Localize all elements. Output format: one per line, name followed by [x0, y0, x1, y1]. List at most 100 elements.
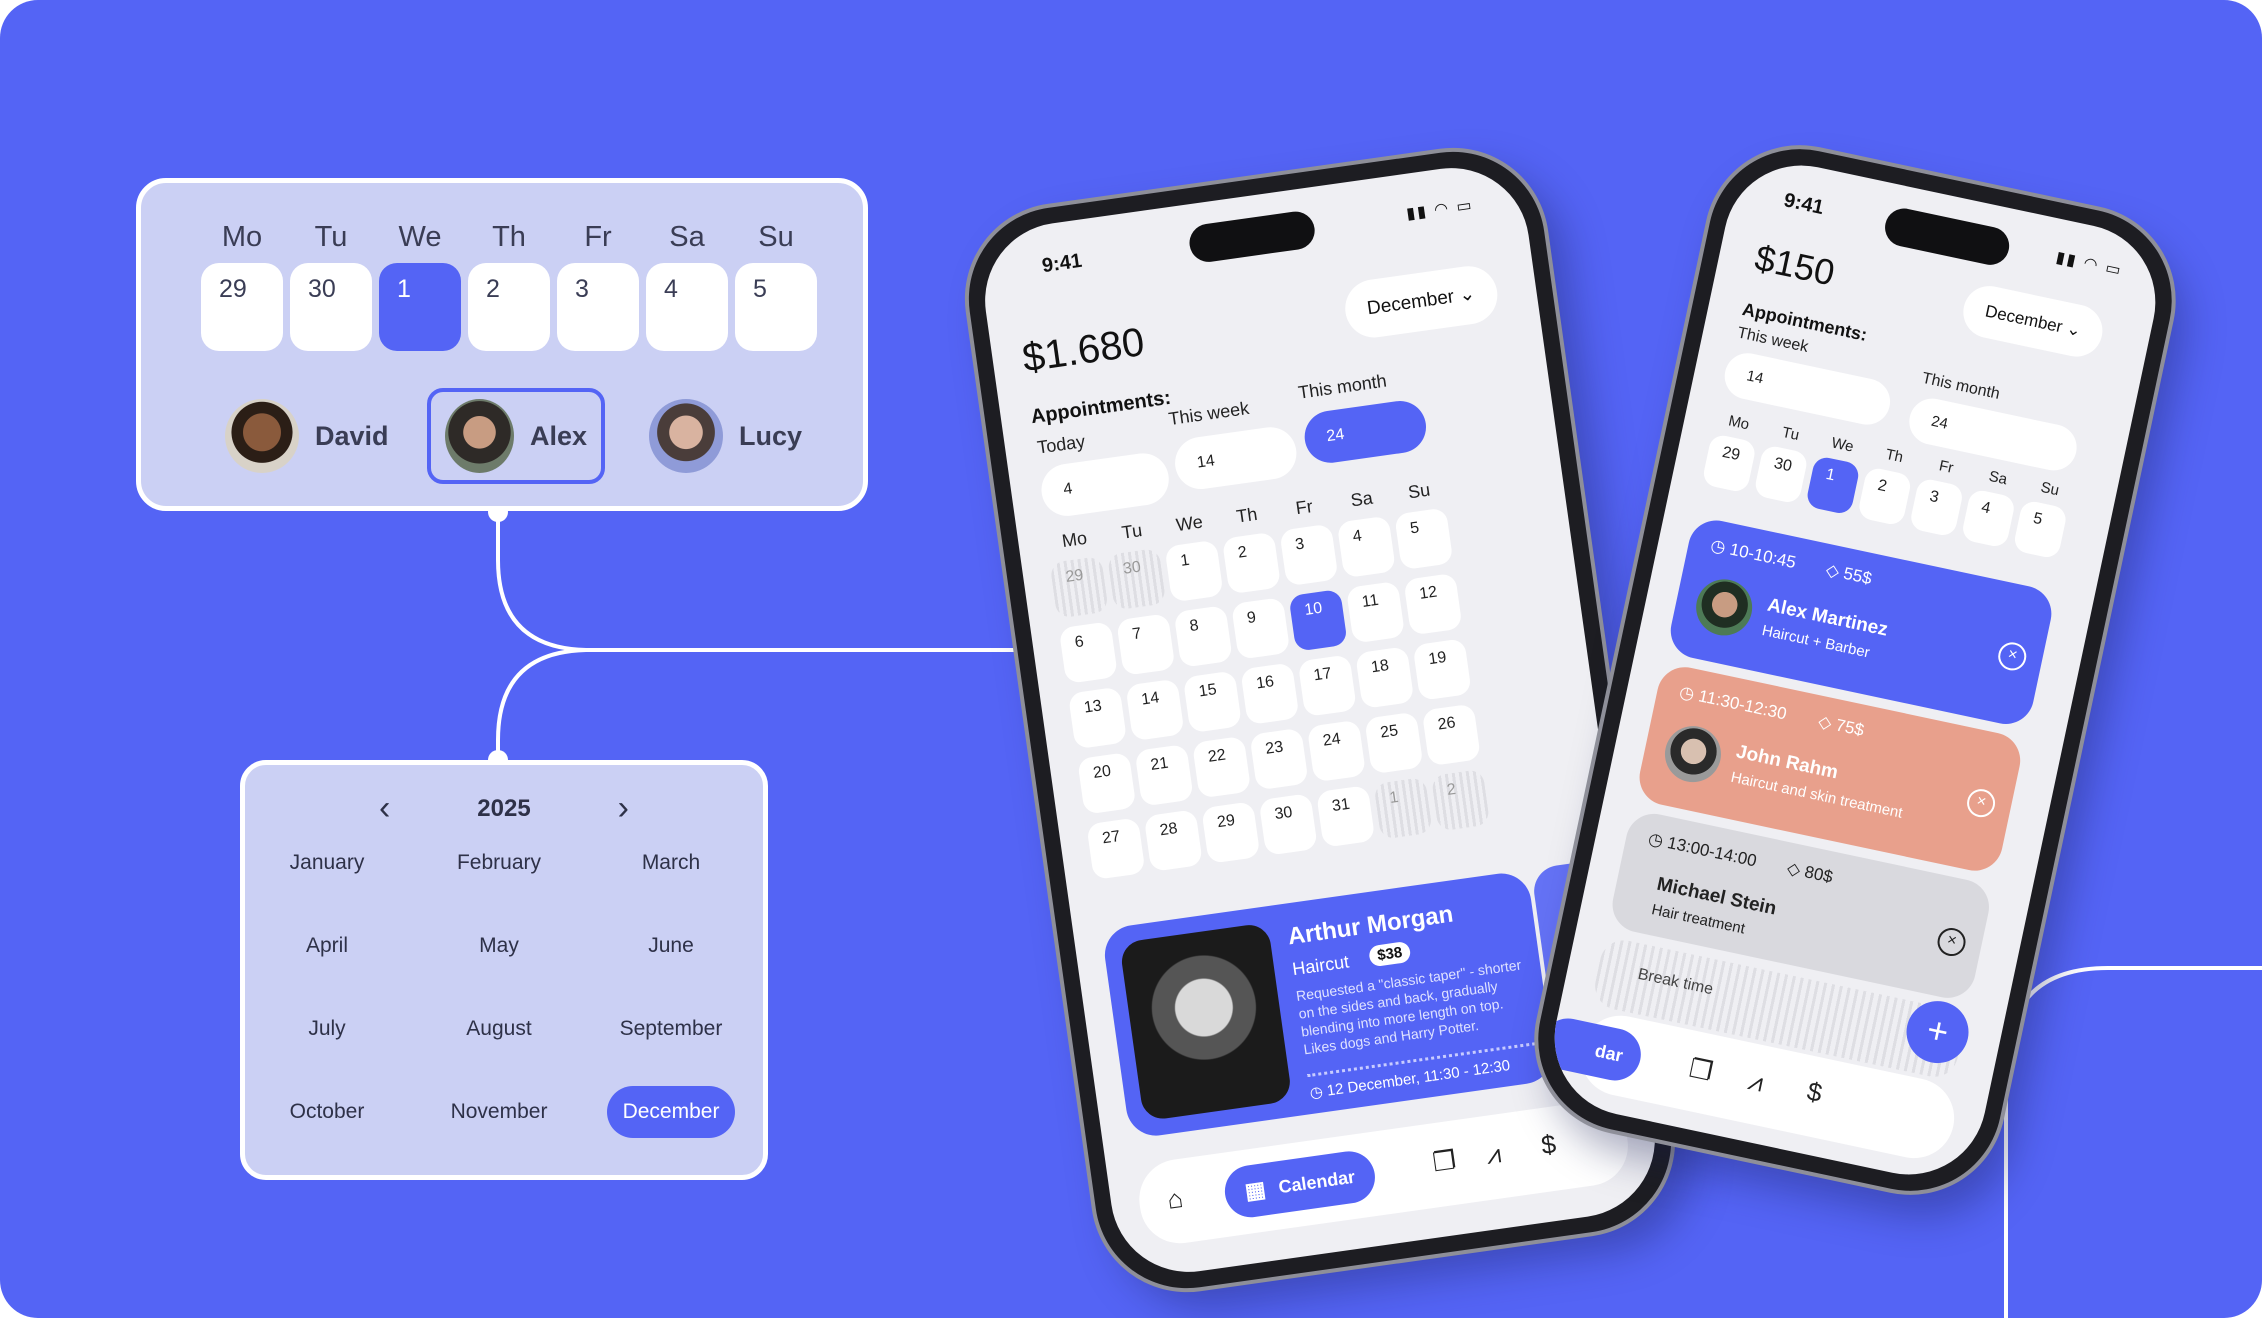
calendar-day[interactable]: 8 [1173, 605, 1233, 668]
appointment-card[interactable]: Arthur Morgan Haircut $38 Requested a "c… [1101, 869, 1557, 1140]
signal-wifi-battery-icon: ▮▮ ◠ ▭ [2054, 248, 2125, 280]
day-cell[interactable]: 29 [201, 263, 283, 351]
calendar-day[interactable]: 2 [1430, 768, 1491, 832]
weekday-headers: Mo Tu We Th Fr Sa Su [201, 221, 821, 261]
day-cell[interactable]: 4 [646, 263, 728, 351]
day-cell[interactable]: 30 [290, 263, 372, 351]
calendar-day-selected[interactable]: 1 [1805, 455, 1861, 516]
break-label: Break time [1636, 965, 1715, 999]
appointment-price: ◇ 55$ [1824, 560, 1873, 589]
calendar-day[interactable]: 24 [1306, 719, 1367, 783]
calendar-day[interactable]: 1 [1164, 539, 1224, 603]
calendar-day[interactable]: 25 [1364, 711, 1424, 775]
month-october[interactable]: October [263, 1086, 391, 1138]
appointment-time: ◷ 10-10:45 [1709, 536, 1798, 574]
nav-calendar-label: Calendar [1277, 1166, 1357, 1198]
home-icon[interactable]: ⌂ [1165, 1183, 1185, 1216]
staff-alex[interactable]: Alex [427, 388, 605, 484]
calendar-weekday: We [1829, 434, 1856, 456]
calendar-day[interactable]: 5 [2012, 499, 2069, 560]
calendar-day[interactable]: 29 [1049, 555, 1109, 619]
calendar-day[interactable]: 21 [1134, 743, 1194, 807]
nav-calendar-button[interactable]: ▦ Calendar [1221, 1148, 1379, 1221]
calendar-day[interactable]: 9 [1231, 597, 1291, 660]
month-september[interactable]: September [607, 1003, 735, 1055]
calendar-day[interactable]: 2 [1856, 466, 1913, 527]
weekday-label: Tu [314, 221, 348, 253]
calendar-day[interactable]: 19 [1412, 638, 1472, 701]
chat-icon[interactable]: ❐ [1431, 1145, 1458, 1179]
calendar-day[interactable]: 13 [1067, 686, 1128, 750]
calendar-day[interactable]: 14 [1125, 678, 1185, 742]
calendar-day[interactable]: 30 [1106, 547, 1167, 611]
tab-today[interactable]: Today [1036, 431, 1087, 458]
calendar-day[interactable]: 6 [1058, 621, 1119, 684]
count-this-month[interactable]: 24 [1301, 397, 1430, 467]
calendar-day[interactable]: 29 [1201, 801, 1261, 864]
month-august[interactable]: August [435, 1003, 563, 1055]
month-dropdown-label: December [1365, 286, 1456, 320]
calendar-day[interactable]: 30 [1258, 793, 1318, 856]
staff-david[interactable]: David [225, 388, 389, 484]
service-label: Haircut [1291, 951, 1351, 980]
nav-calendar-button[interactable]: dar [1540, 1013, 1646, 1086]
calendar-day[interactable]: 2 [1221, 531, 1282, 595]
calendar-day[interactable]: 17 [1297, 654, 1357, 717]
tab-this-month[interactable]: This month [1297, 371, 1388, 404]
month-november[interactable]: November [435, 1086, 563, 1138]
calendar-day[interactable]: 16 [1240, 662, 1300, 726]
calendar-day-selected[interactable]: 10 [1288, 588, 1348, 652]
day-cell[interactable]: 3 [557, 263, 639, 351]
close-icon[interactable]: × [1964, 786, 1998, 820]
close-icon[interactable]: × [1934, 925, 1969, 959]
dollar-icon[interactable]: $ [1804, 1076, 1824, 1109]
calendar-day[interactable]: 4 [1960, 488, 2017, 549]
calendar-day[interactable]: 23 [1249, 727, 1309, 791]
appointment-date: ◷ 12 December, 11:30 - 12:30 [1309, 1056, 1512, 1102]
month-march[interactable]: March [607, 837, 735, 889]
calendar-day[interactable]: 3 [1279, 523, 1339, 587]
month-january[interactable]: January [263, 837, 391, 889]
calendar-day[interactable]: 26 [1421, 703, 1481, 767]
month-dropdown[interactable]: December ⌄ [1341, 262, 1501, 342]
chevron-right-icon[interactable]: › [618, 791, 629, 825]
calendar-day[interactable]: 15 [1182, 670, 1243, 734]
stats-icon[interactable]: ⩘ [1484, 1138, 1503, 1172]
day-cell[interactable]: 2 [468, 263, 550, 351]
chat-icon[interactable]: ❐ [1686, 1053, 1716, 1088]
calendar-day[interactable]: 4 [1336, 515, 1396, 579]
calendar-day[interactable]: 1 [1373, 776, 1433, 840]
month-february[interactable]: February [435, 837, 563, 889]
month-december-selected[interactable]: December [607, 1086, 735, 1138]
calendar-day[interactable]: 20 [1077, 751, 1137, 815]
weekday-label: Sa [669, 221, 705, 253]
calendar-day[interactable]: 18 [1355, 646, 1415, 709]
tab-this-week[interactable]: This week [1167, 398, 1250, 430]
day-cell-selected[interactable]: 1 [379, 263, 461, 351]
month-dropdown[interactable]: December ⌄ [1958, 281, 2108, 362]
month-may[interactable]: May [435, 920, 563, 972]
calendar-day[interactable]: 29 [1701, 433, 1758, 494]
calendar-day[interactable]: 30 [1753, 444, 1809, 505]
calendar-day[interactable]: 28 [1143, 809, 1203, 872]
count-this-week[interactable]: 14 [1171, 423, 1300, 493]
month-april[interactable]: April [263, 920, 391, 972]
calendar-day[interactable]: 12 [1403, 572, 1463, 636]
calendar-day[interactable]: 5 [1394, 507, 1454, 571]
calendar-day[interactable]: 11 [1345, 580, 1406, 644]
staff-lucy[interactable]: Lucy [649, 388, 802, 484]
calendar-day[interactable]: 22 [1191, 735, 1252, 799]
month-june[interactable]: June [607, 920, 735, 972]
dollar-icon[interactable]: $ [1539, 1128, 1558, 1161]
month-july[interactable]: July [263, 1003, 391, 1055]
calendar-day[interactable]: 31 [1316, 785, 1376, 848]
appointment-price: ◇ 80$ [1785, 858, 1834, 887]
count-today[interactable]: 4 [1038, 449, 1173, 520]
week-staff-picker: Mo Tu We Th Fr Sa Su 29 30 1 2 3 4 5 Dav… [136, 178, 868, 511]
day-cell[interactable]: 5 [735, 263, 817, 351]
stats-icon[interactable]: ⩘ [1745, 1065, 1766, 1099]
calendar-day[interactable]: 3 [1908, 477, 1965, 538]
close-icon[interactable]: × [1995, 639, 2029, 674]
calendar-day[interactable]: 27 [1086, 817, 1146, 881]
calendar-day[interactable]: 7 [1116, 613, 1176, 676]
